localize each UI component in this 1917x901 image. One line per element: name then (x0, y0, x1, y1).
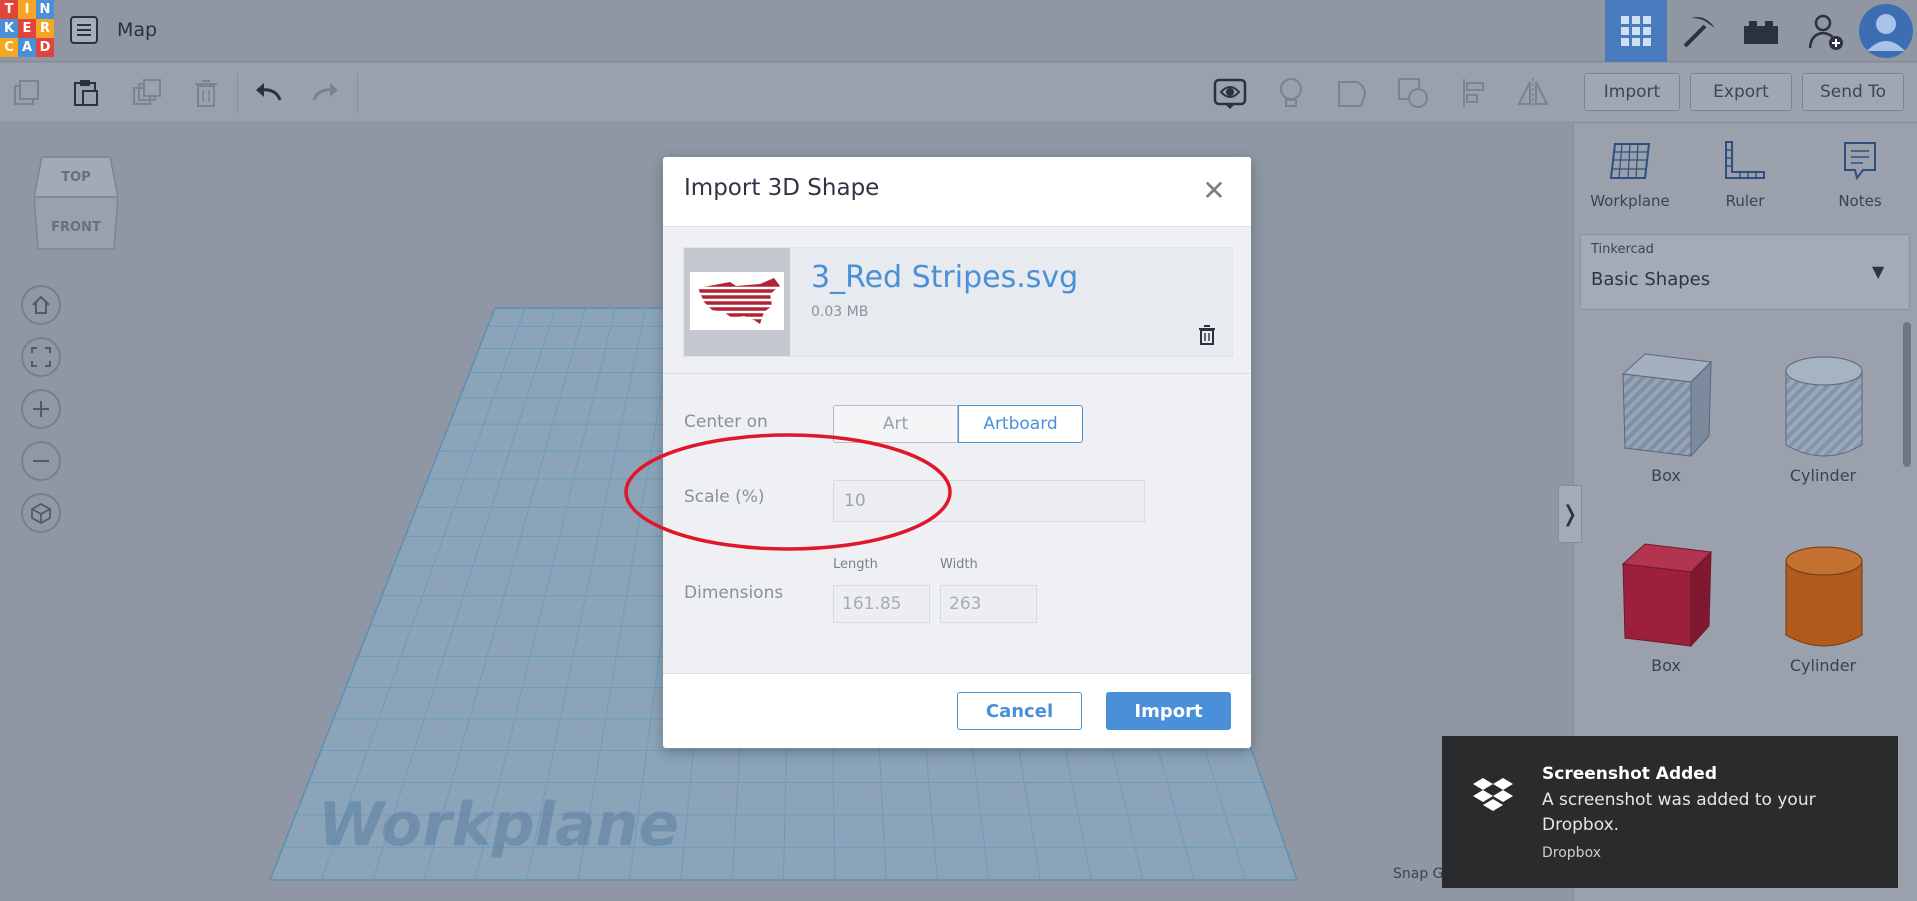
width-field[interactable]: 263 (940, 585, 1037, 623)
dialog-title: Import 3D Shape (684, 175, 880, 201)
logo-letter: K (0, 19, 18, 38)
home-icon (32, 295, 50, 314)
logo-letter: A (18, 38, 36, 57)
box-shape-label: Box (1651, 466, 1681, 485)
cancel-button[interactable]: Cancel (957, 692, 1082, 730)
logo-letter: T (0, 0, 18, 19)
notification-source: Dropbox (1542, 845, 1601, 861)
logo-letter: C (0, 38, 18, 57)
snap-grid-label[interactable]: Snap Gr (1393, 866, 1449, 882)
fit-view-button[interactable] (21, 337, 61, 377)
add-user-icon[interactable] (1805, 10, 1847, 52)
workplane-watermark: Workplane (318, 790, 680, 860)
center-on-label: Center on (684, 412, 768, 432)
length-label: Length (833, 557, 878, 572)
thumbnail-preview (690, 272, 784, 330)
library-scrollbar[interactable] (1903, 322, 1911, 467)
logo-letter: N (36, 0, 54, 19)
chevron-right-icon: ❭ (1560, 501, 1580, 527)
dropbox-icon (1473, 778, 1513, 811)
box-shape-striped[interactable] (1615, 352, 1715, 462)
fit-view-icon (31, 347, 51, 367)
workplane-icon (1609, 143, 1651, 179)
ortho-view-button[interactable] (21, 493, 61, 533)
notes-tool[interactable]: Notes (1812, 140, 1908, 210)
import-button[interactable]: Import (1106, 692, 1231, 730)
avatar[interactable] (1858, 3, 1914, 59)
cylinder-shape-striped[interactable] (1782, 355, 1866, 463)
ruler-tool[interactable]: Ruler (1697, 140, 1793, 210)
top-bar: T I N K E R C A D Map (0, 0, 1917, 62)
workplane-tool-label: Workplane (1590, 192, 1670, 210)
document-title[interactable]: Map (117, 19, 157, 41)
view-cube-front-label[interactable]: FRONT (51, 220, 101, 235)
workplane-tool[interactable]: Workplane (1582, 140, 1678, 210)
box-shape-red[interactable] (1615, 542, 1715, 652)
tinkercad-logo[interactable]: T I N K E R C A D (0, 0, 54, 58)
ruler-icon (1725, 141, 1765, 179)
import-header-button[interactable]: Import (1584, 73, 1680, 111)
send-to-button[interactable]: Send To (1802, 73, 1904, 111)
pickaxe-icon[interactable] (1679, 10, 1721, 52)
cube-icon (31, 502, 51, 524)
annotation-ellipse (624, 433, 952, 551)
width-label: Width (940, 557, 978, 572)
dialog-divider (663, 373, 1251, 374)
3d-view-button[interactable] (1605, 0, 1667, 62)
library-name: Basic Shapes (1591, 269, 1711, 290)
library-category: Tinkercad (1591, 242, 1654, 257)
dropbox-notification[interactable]: Screenshot Added A screenshot was added … (1442, 736, 1898, 888)
home-view-button[interactable] (21, 285, 61, 325)
cylinder-shape-label: Cylinder (1789, 656, 1857, 675)
chevron-down-icon: ▼ (1872, 262, 1885, 281)
notes-tool-label: Notes (1838, 192, 1882, 210)
file-thumbnail (684, 248, 790, 356)
close-button[interactable]: ✕ (1199, 173, 1229, 207)
logo-letter: R (36, 19, 54, 38)
export-button[interactable]: Export (1690, 73, 1792, 111)
remove-file-icon[interactable] (1197, 324, 1217, 346)
bricks-icon[interactable] (1740, 10, 1782, 52)
logo-letter: I (18, 0, 36, 19)
file-name: 3_Red Stripes.svg (811, 260, 1079, 295)
panel-collapse-button[interactable]: ❭ (1558, 485, 1582, 543)
cylinder-shape-label: Cylinder (1789, 466, 1857, 485)
cylinder-shape-orange[interactable] (1782, 545, 1866, 653)
zoom-out-button[interactable] (21, 441, 61, 481)
red-stripes-map-image (690, 278, 784, 324)
plus-icon (33, 401, 49, 417)
length-field[interactable]: 161.85 (833, 585, 930, 623)
minus-icon (33, 460, 49, 462)
ruler-tool-label: Ruler (1725, 192, 1765, 210)
design-menu-button[interactable] (70, 16, 98, 44)
logo-letter: D (36, 38, 54, 57)
notification-title: Screenshot Added (1542, 764, 1718, 784)
logo-letter: E (18, 19, 36, 38)
zoom-in-button[interactable] (21, 389, 61, 429)
file-size: 0.03 MB (811, 304, 869, 320)
view-cube[interactable]: TOP FRONT (34, 155, 118, 251)
notes-icon (1844, 142, 1876, 181)
close-icon: ✕ (1202, 173, 1226, 207)
file-card: 3_Red Stripes.svg 0.03 MB (683, 247, 1233, 357)
dimensions-label: Dimensions (684, 583, 784, 603)
grid-icon (1621, 16, 1651, 46)
view-cube-top-label[interactable]: TOP (61, 170, 90, 185)
notification-message: A screenshot was added to your Dropbox. (1542, 790, 1816, 835)
box-shape-label: Box (1651, 656, 1681, 675)
center-on-artboard-option[interactable]: Artboard (958, 405, 1083, 443)
